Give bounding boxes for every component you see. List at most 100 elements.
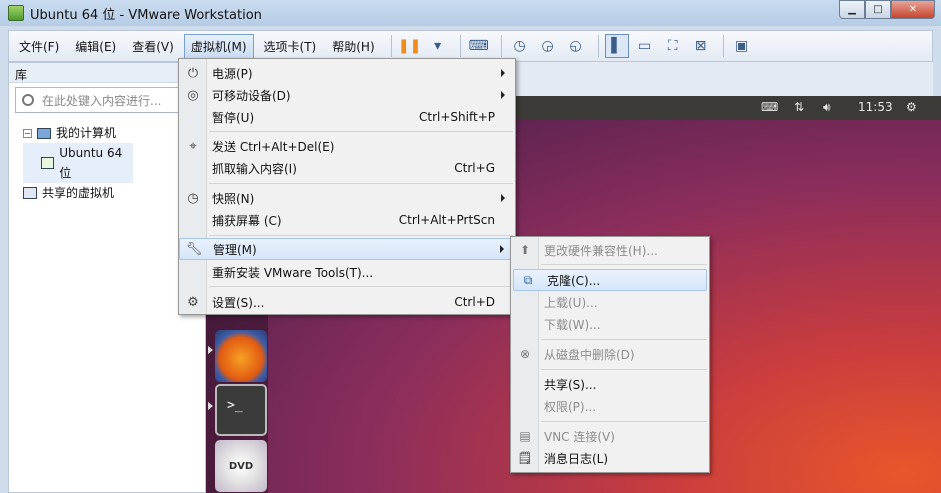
submenu-item-share[interactable]: 共享(S)... [511,373,709,395]
menu-label: 克隆(C)... [547,273,601,288]
thumbnail-bar-icon[interactable]: ▭ [633,34,657,58]
menu-label: 设置(S)... [212,295,265,310]
tree-item-ubuntu-vm[interactable]: Ubuntu 64 位 [23,143,133,183]
revert-snapshot-icon[interactable]: ◶ [536,34,560,58]
vm-running-icon [41,157,55,169]
window-controls: ▁ □ ✕ [839,0,935,19]
search-icon [22,94,34,106]
submenu-item-download[interactable]: 下载(W)... [511,313,709,335]
launcher-arrow-icon [208,402,213,410]
menu-separator [541,264,707,265]
show-library-icon[interactable]: ▌ [604,34,629,58]
menu-label: 更改硬件兼容性(H)... [544,243,658,258]
unity-icon[interactable]: ⊠ [689,34,713,58]
menu-item-reinstall-tools[interactable]: 重新安装 VMware Tools(T)... [179,261,515,283]
settings-gear-icon[interactable]: ⚙ [906,100,917,114]
menu-item-send-ctrl-alt-del[interactable]: ⌖ 发送 Ctrl+Alt+Del(E) [179,135,515,157]
close-button[interactable]: ✕ [891,0,935,19]
menu-separator [209,235,513,236]
menu-edit[interactable]: 编辑(E) [69,35,122,58]
menu-item-removable-devices[interactable]: ◎ 可移动设备(D) [179,84,515,106]
menu-item-grab-input[interactable]: 抓取输入内容(I) Ctrl+G [179,157,515,179]
menu-label: 快照(N) [212,191,255,206]
menu-item-capture-screen[interactable]: 捕获屏幕 (C) Ctrl+Alt+PrtScn [179,209,515,231]
submenu-arrow-icon [501,91,505,99]
terminal-icon[interactable]: >_ [215,384,267,436]
power-icon: ⏻ [187,65,199,81]
minimize-button[interactable]: ▁ [839,0,865,19]
menu-label: 共享(S)... [544,377,597,392]
menu-separator [209,286,513,287]
toolbar-separator [597,35,599,57]
send-keys-icon[interactable]: ⌨ [467,34,491,58]
volume-icon[interactable]: 🔊︎ [823,100,831,115]
library-tree: − 我的计算机 Ubuntu 64 位 共享的虚拟机 [9,117,205,203]
menu-item-snapshot[interactable]: ◷ 快照(N) [179,187,515,209]
console-view-icon[interactable]: ▣ [730,34,754,58]
vmware-logo-icon [8,5,24,21]
menu-separator [209,183,513,184]
pause-icon[interactable]: ❚❚ [398,34,422,58]
menu-item-settings[interactable]: ⚙ 设置(S)... Ctrl+D [179,291,515,313]
submenu-item-delete-from-disk[interactable]: ⊗ 从磁盘中删除(D) [511,343,709,365]
menu-label: 从磁盘中删除(D) [544,347,635,362]
fullscreen-icon[interactable]: ⛶ [661,34,685,58]
computer-icon [37,127,51,139]
menu-shortcut: Ctrl+D [454,295,495,309]
submenu-item-permissions[interactable]: 权限(P)... [511,395,709,417]
submenu-item-vnc[interactable]: ▤ VNC 连接(V) [511,425,709,447]
menu-tabs[interactable]: 选项卡(T) [258,35,323,58]
snapshot-icon[interactable]: ◷ [508,34,532,58]
keyboard-icon[interactable]: ⌨ [761,100,778,114]
toolbar-separator [722,35,724,57]
maximize-button[interactable]: □ [865,0,891,19]
menu-label: 消息日志(L) [544,451,609,466]
message-log-icon: 🗒︎ [517,451,533,465]
menu-vm[interactable]: 虚拟机(M) [183,33,254,59]
toolbar-separator [390,35,392,57]
tree-label: 我的计算机 [56,126,117,140]
submenu-item-message-log[interactable]: 🗒︎ 消息日志(L) [511,447,709,469]
menu-item-pause[interactable]: 暂停(U) Ctrl+Shift+P [179,106,515,128]
submenu-item-clone[interactable]: ⧉ 克隆(C)... [513,269,707,291]
menu-label: 下载(W)... [544,317,601,332]
disc-icon: ◎ [187,87,199,103]
menu-shortcut: Ctrl+G [454,161,495,175]
menu-label: 暂停(U) [212,110,255,125]
menu-item-power[interactable]: ⏻ 电源(P) [179,62,515,84]
submenu-item-upload[interactable]: 上载(U)... [511,291,709,313]
submenu-arrow-icon [500,245,504,253]
search-placeholder: 在此处键入内容进行... [42,93,162,108]
collapse-icon[interactable]: − [23,128,32,138]
submenu-arrow-icon [501,69,505,77]
dvd-icon[interactable]: DVD [215,440,267,492]
library-search-input[interactable]: 在此处键入内容进行... [15,87,199,113]
snapshot-manager-icon[interactable]: ◵ [564,34,588,58]
submenu-arrow-icon [501,194,505,202]
toolbar-separator [459,35,461,57]
manage-submenu: ⬆ 更改硬件兼容性(H)... ⧉ 克隆(C)... 上载(U)... 下载(W… [510,236,710,473]
menu-file[interactable]: 文件(F) [13,35,65,58]
delete-icon: ⊗ [519,347,531,361]
menu-help[interactable]: 帮助(H) [326,35,380,58]
menu-separator [541,339,707,340]
menu-label: 上载(U)... [544,295,598,310]
menu-view[interactable]: 查看(V) [126,35,180,58]
menu-label: 可移动设备(D) [212,88,291,103]
launcher-arrow-icon [208,346,213,354]
library-panel: 库 在此处键入内容进行... − 我的计算机 Ubuntu 64 位 共享的虚拟… [8,62,206,493]
menu-shortcut: Ctrl+Alt+PrtScn [398,213,495,227]
firefox-icon[interactable] [215,330,267,382]
menu-label: VNC 连接(V) [544,429,615,444]
tree-label: Ubuntu 64 位 [59,146,123,180]
clone-icon: ⧉ [523,272,533,287]
clock[interactable]: 11:53 [858,100,893,114]
vm-menu-dropdown: ⏻ 电源(P) ◎ 可移动设备(D) 暂停(U) Ctrl+Shift+P ⌖ … [178,58,516,315]
chevron-down-icon[interactable]: ▾ [426,34,450,58]
network-icon[interactable]: ⇅ [794,100,804,114]
menu-item-manage[interactable]: 🔧︎ 管理(M) [179,238,515,260]
menu-shortcut: Ctrl+Shift+P [419,110,495,124]
vnc-icon: ▤ [519,429,531,443]
submenu-item-hardware-compat[interactable]: ⬆ 更改硬件兼容性(H)... [511,239,709,261]
menu-separator [541,421,707,422]
